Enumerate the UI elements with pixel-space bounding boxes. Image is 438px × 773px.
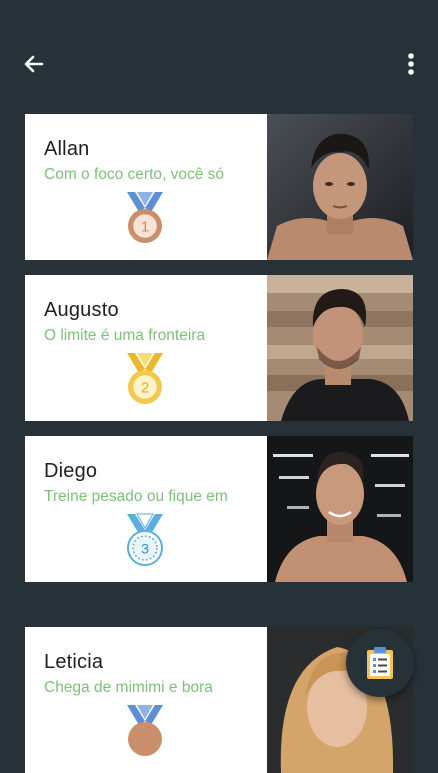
- trainer-name: Augusto: [44, 299, 119, 321]
- trainer-name: Allan: [44, 138, 90, 160]
- trainer-card-augusto[interactable]: Augusto O limite é uma fronteira 2: [25, 275, 413, 421]
- trainer-card-allan[interactable]: Allan Com o foco certo, você só 1: [25, 114, 413, 260]
- medal-number: 2: [141, 380, 149, 397]
- more-vertical-icon: [408, 53, 414, 75]
- trainer-name: Diego: [44, 460, 98, 482]
- trainer-motto: Chega de mimimi e bora: [44, 679, 213, 696]
- app-bar: [0, 0, 438, 110]
- overflow-menu-button[interactable]: [398, 48, 424, 80]
- trainer-motto: Com o foco certo, você só: [44, 166, 225, 183]
- clipboard-icon: [367, 647, 393, 679]
- gold-medal-2-icon: 2: [127, 353, 163, 404]
- back-button[interactable]: [18, 48, 50, 80]
- medal-number: 1: [141, 219, 149, 236]
- trainer-name: Leticia: [44, 651, 104, 673]
- trainer-motto: O limite é uma fronteira: [44, 327, 206, 344]
- arrow-left-icon: [24, 55, 44, 73]
- clipboard-fab-button[interactable]: [346, 629, 414, 697]
- medal-number: 3: [141, 541, 149, 557]
- medal-icon: [127, 705, 163, 756]
- trainer-photo: [267, 275, 413, 421]
- trainer-photo: [267, 436, 413, 582]
- gold-medal-1-icon: 1: [127, 192, 163, 243]
- trainer-photo: [267, 114, 413, 260]
- trainer-card-diego[interactable]: Diego Treine pesado ou fique em 3: [25, 436, 413, 582]
- trainer-motto: Treine pesado ou fique em: [44, 488, 228, 505]
- blue-medal-3-icon: 3: [127, 513, 163, 566]
